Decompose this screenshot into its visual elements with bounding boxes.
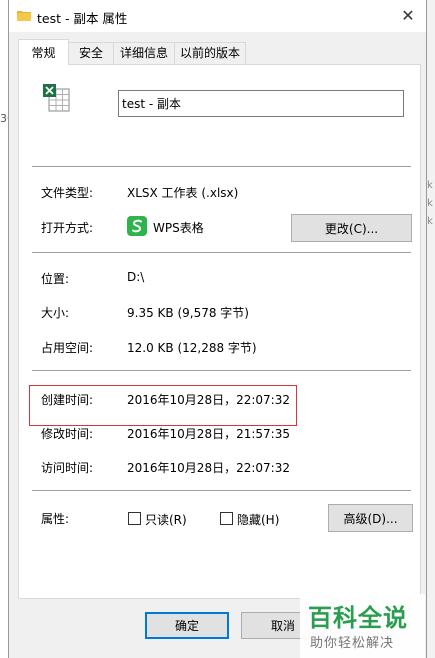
separator [32,370,411,371]
location-value: D:\ [127,270,145,284]
window-title: test - 副本 属性 [37,11,128,26]
change-button[interactable]: 更改(C)... [291,214,412,242]
wps-spreadsheet-icon [127,216,147,236]
tab-label: 以前的版本 [179,46,240,60]
separator [32,252,411,253]
separator [32,166,411,167]
accessed-value: 2016年10月28日，22:07:32 [127,461,290,475]
created-value: 2016年10月28日，22:07:32 [127,393,290,407]
accessed-label: 访问时间: [41,461,94,475]
properties-dialog: test - 副本 属性 ✕ 常规 安全 详细信息 以前的版本 test - 副… [8,0,427,658]
size-value: 9.35 KB (9,578 字节) [127,306,249,320]
tab-details[interactable]: 详细信息 [113,42,175,64]
tab-label: 详细信息 [119,46,168,60]
tab-general[interactable]: 常规 [18,39,69,65]
disk-size-label: 占用空间: [41,341,94,355]
file-type-label: 文件类型: [41,186,94,200]
modified-label: 修改时间: [41,427,94,441]
close-button[interactable]: ✕ [393,2,423,30]
dialog-client: 常规 安全 详细信息 以前的版本 文件类型: XLS [9,32,426,658]
folder-icon [17,11,31,21]
created-label: 创建时间: [41,393,94,407]
location-label: 位置: [41,272,70,286]
tab-previous-versions[interactable]: 以前的版本 [174,42,246,64]
open-with-label: 打开方式: [41,221,94,235]
hidden-label[interactable]: 隐藏(H) [237,511,279,528]
hidden-checkbox[interactable] [220,512,233,525]
size-label: 大小: [41,306,70,320]
title-bar[interactable]: test - 副本 属性 ✕ [9,0,426,32]
background-mark: k [427,216,433,227]
attributes-label: 属性: [41,512,70,526]
watermark-slogan: 助你轻松解决 [310,636,395,651]
file-type-value: XLSX 工作表 (.xlsx) [127,186,239,200]
modified-value: 2016年10月28日，21:57:35 [127,427,290,441]
advanced-button[interactable]: 高级(D)... [328,504,413,532]
file-name-input[interactable] [118,90,404,117]
open-with-value: WPS表格 [153,221,204,235]
excel-file-icon [43,84,70,112]
general-tab-panel: 文件类型: XLSX 工作表 (.xlsx) 打开方式: WPS表格 更改(C)… [18,64,421,599]
tab-label: 常规 [31,46,56,60]
ok-button[interactable]: 确定 [145,612,229,639]
readonly-checkbox[interactable] [128,512,141,525]
watermark: 百科全说 助你轻松解决 [300,594,425,658]
background-mark: k [427,198,433,209]
disk-size-value: 12.0 KB (12,288 字节) [127,341,257,355]
tab-label: 安全 [78,46,103,60]
tab-security[interactable]: 安全 [68,42,114,64]
background-window-left [0,0,8,658]
background-mark: k [427,180,433,191]
separator [32,490,411,491]
readonly-label[interactable]: 只读(R) [145,511,187,528]
watermark-brand: 百科全说 [308,604,408,632]
close-icon: ✕ [401,6,415,25]
